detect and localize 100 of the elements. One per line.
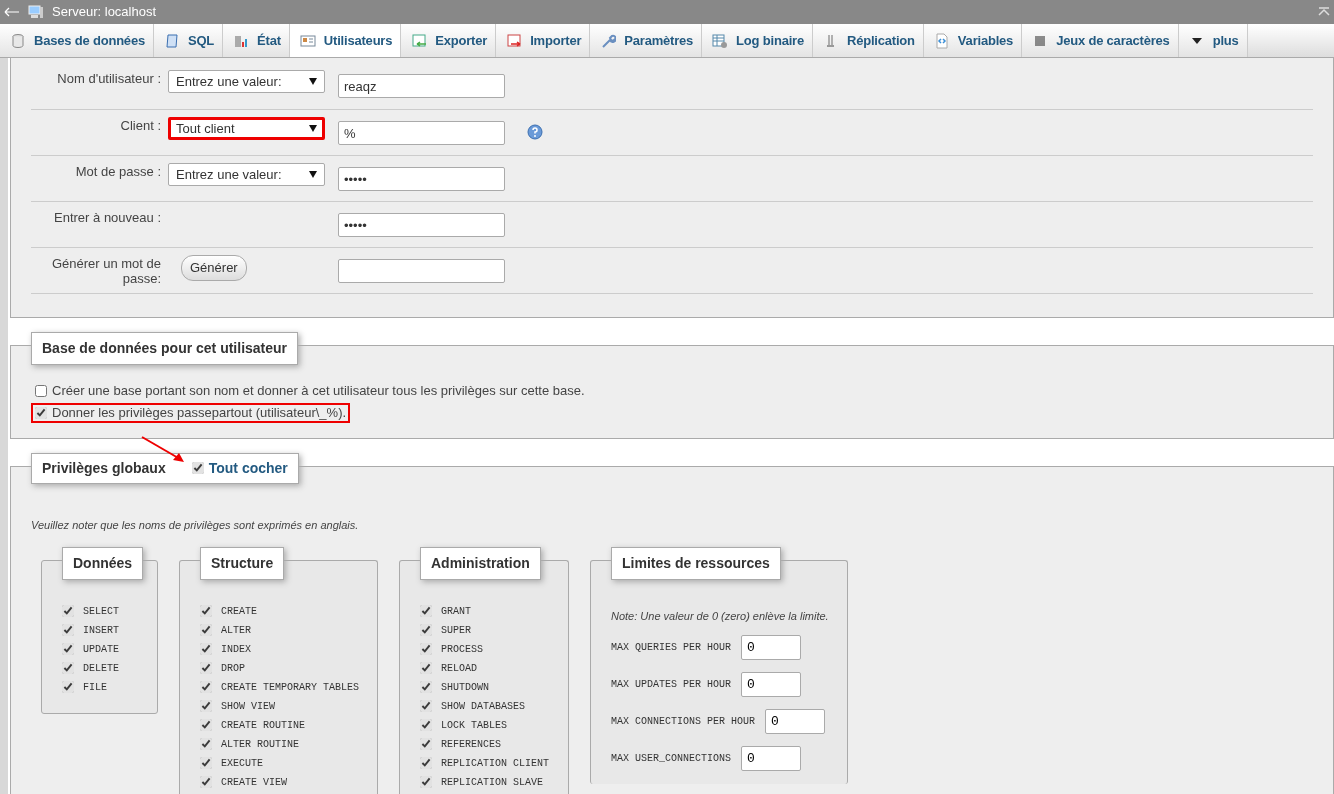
checkbox[interactable] <box>200 719 212 731</box>
field-label: Entrer à nouveau : <box>53 210 161 225</box>
tab[interactable]: Réplication <box>812 24 924 57</box>
privilege-label: INDEX <box>221 642 251 657</box>
privilege-label: INSERT <box>83 623 119 638</box>
checkbox[interactable] <box>420 643 432 655</box>
checkbox[interactable] <box>200 681 212 693</box>
privilege-label: REPLICATION CLIENT <box>441 756 550 771</box>
tab[interactable]: Jeux de caractères <box>1022 24 1179 57</box>
input-field[interactable]: ••••• <box>338 167 505 191</box>
checkbox[interactable] <box>62 605 74 617</box>
tab[interactable]: Bases de données <box>0 24 154 57</box>
limit-label: MAX CONNECTIONS PER HOUR <box>611 715 756 729</box>
tab[interactable]: Log binaire <box>702 24 813 57</box>
privilege-label: REFERENCES <box>441 737 501 752</box>
input-field[interactable]: 0 <box>741 746 802 771</box>
tab[interactable]: État <box>223 24 290 57</box>
group-legend: Données <box>62 546 144 580</box>
privilege-label: ALTER <box>221 623 251 638</box>
privilege-label: SELECT <box>83 604 119 619</box>
checkbox[interactable] <box>200 624 212 636</box>
privilege-label: CREATE <box>221 604 257 619</box>
checkbox[interactable] <box>62 662 74 674</box>
checkbox[interactable] <box>420 738 432 750</box>
checkbox[interactable] <box>200 776 212 788</box>
checkbox[interactable] <box>420 776 432 788</box>
option-label: Donner les privilèges passepartout (utilisateur\_%). <box>52 403 347 422</box>
checkbox[interactable] <box>191 462 204 474</box>
input-field[interactable]: ••••• <box>338 213 505 237</box>
dropdown[interactable]: Entrez une valeur: <box>168 163 325 186</box>
privilege-label: SHUTDOWN <box>441 680 489 695</box>
checkbox[interactable] <box>200 662 212 674</box>
legend-title: Privilèges globaux <box>42 459 166 478</box>
privilege-label: PROCESS <box>441 642 483 657</box>
help-icon[interactable] <box>527 124 543 140</box>
field-label: Mot de passe : <box>74 164 161 179</box>
input-field[interactable]: reaqz <box>338 74 505 98</box>
caret-icon <box>309 78 317 85</box>
dropdown[interactable]: Tout client <box>168 117 325 140</box>
checkbox[interactable] <box>420 624 432 636</box>
limit-label: MAX QUERIES PER HOUR <box>611 641 732 655</box>
input-field[interactable]: 0 <box>741 672 802 697</box>
wrench-icon <box>600 32 617 49</box>
limit-label: MAX USER_CONNECTIONS <box>611 752 732 766</box>
code-file-icon <box>933 32 950 49</box>
privilege-label: LOCK TABLES <box>441 718 507 733</box>
checkbox[interactable] <box>420 700 432 712</box>
table-gear-icon <box>712 32 729 49</box>
group-legend: Limites de ressources <box>611 546 781 580</box>
privilege-label: SUPER <box>441 623 471 638</box>
limit-label: MAX UPDATES PER HOUR <box>611 678 732 692</box>
checkbox[interactable] <box>200 605 212 617</box>
note-text: Note: Une valeur de 0 (zero) enlève la limite. <box>611 608 830 624</box>
field-label: Client : <box>119 118 161 133</box>
privilege-label: UPDATE <box>83 642 119 657</box>
collapse-icon[interactable] <box>1318 7 1330 17</box>
dropdown[interactable]: Entrez une valeur: <box>168 70 325 93</box>
privilege-label: GRANT <box>441 604 471 619</box>
checkbox[interactable] <box>420 605 432 617</box>
check-all-link[interactable]: Tout cocher <box>208 460 288 476</box>
input-field[interactable]: % <box>338 121 505 145</box>
tab[interactable]: Exporter <box>401 24 497 57</box>
generate-button[interactable]: Générer <box>181 255 247 281</box>
privilege-label: EXECUTE <box>221 756 263 771</box>
caret-icon <box>309 171 317 178</box>
note-text: Veuillez noter que les noms de privilèges sont exprimés en anglais. <box>31 518 360 533</box>
checkbox[interactable] <box>62 643 74 655</box>
checkbox[interactable] <box>200 757 212 769</box>
field-label: Générer un mot de passe: <box>50 256 161 286</box>
checkbox[interactable] <box>62 681 74 693</box>
tab[interactable]: SQL <box>153 24 224 57</box>
tab[interactable]: Importer <box>496 24 591 57</box>
privilege-label: RELOAD <box>441 661 477 676</box>
privilege-label: CREATE VIEW <box>221 775 287 790</box>
privilege-label: REPLICATION SLAVE <box>441 775 544 790</box>
tab[interactable]: Variables <box>923 24 1023 57</box>
tab[interactable]: Utilisateurs <box>289 24 402 57</box>
input-field[interactable]: 0 <box>741 635 802 660</box>
checkbox[interactable] <box>200 738 212 750</box>
server-icon <box>28 5 44 19</box>
tab[interactable]: Paramètres <box>590 24 703 57</box>
field-label: Nom d'utilisateur : <box>56 71 161 86</box>
import-icon <box>506 32 523 49</box>
checkbox[interactable] <box>200 643 212 655</box>
checkbox[interactable] <box>35 385 47 397</box>
input-field[interactable]: 0 <box>765 709 826 734</box>
privilege-label: CREATE TEMPORARY TABLES <box>221 680 360 695</box>
checkbox[interactable] <box>420 681 432 693</box>
checkbox[interactable] <box>35 406 47 419</box>
checkbox[interactable] <box>420 757 432 769</box>
checkbox[interactable] <box>420 719 432 731</box>
input-field[interactable] <box>338 259 505 283</box>
privilege-label: SHOW DATABASES <box>441 699 525 714</box>
checkbox[interactable] <box>62 624 74 636</box>
back-arrow-icon[interactable] <box>4 6 20 18</box>
scroll-icon <box>163 32 180 49</box>
checkbox[interactable] <box>200 700 212 712</box>
tab[interactable]: plus <box>1178 24 1248 57</box>
privilege-label: SHOW VIEW <box>221 699 275 714</box>
checkbox[interactable] <box>420 662 432 674</box>
